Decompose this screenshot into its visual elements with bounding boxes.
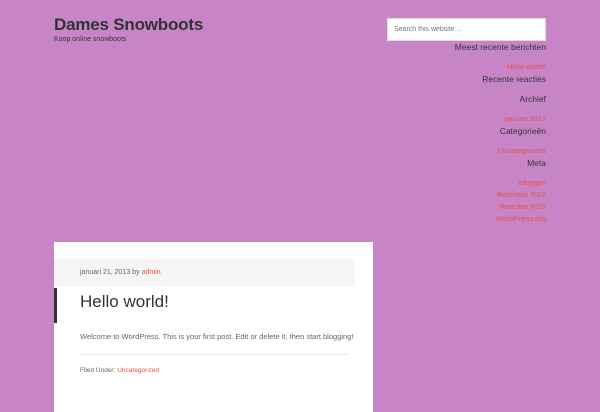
meta-link-comments-rss[interactable]: Reacties RSS xyxy=(346,202,546,212)
widget-title-archive: Archief xyxy=(519,94,546,104)
archive-link[interactable]: januari 2013 xyxy=(346,114,546,124)
post-title[interactable]: Hello world! xyxy=(80,291,169,313)
widget-title-recent-posts: Meest recente berichten xyxy=(454,42,546,52)
recent-post-link[interactable]: Hello world! xyxy=(346,62,546,72)
sidebar: Meest recente berichten Hello world! Rec… xyxy=(346,42,546,224)
site-description: Koop online snowboots xyxy=(54,36,127,43)
category-link[interactable]: Uncategorized xyxy=(346,146,546,156)
site-title[interactable]: Dames Snowboots xyxy=(54,14,203,36)
widget-title-recent-comments: Recente reacties xyxy=(482,74,546,84)
search-input[interactable] xyxy=(387,18,546,41)
widget-title-meta: Meta xyxy=(527,158,546,168)
entry-meta: januari 21, 2013 by admin xyxy=(54,259,355,286)
post-filed-under: Filed Under: Uncategorized xyxy=(80,366,159,375)
post-category-link[interactable]: Uncategorized xyxy=(117,367,159,374)
post-by: by xyxy=(132,269,140,276)
title-accent-bar xyxy=(54,288,57,323)
post-card: januari 21, 2013 by admin Hello world! W… xyxy=(54,242,373,412)
meta-link-wordpress-org[interactable]: WordPress.org xyxy=(346,214,546,224)
post-content: Welcome to WordPress. This is your first… xyxy=(80,332,354,341)
meta-link-login[interactable]: Inloggen xyxy=(346,178,546,188)
filed-under-label: Filed Under: xyxy=(80,367,116,374)
post-author-link[interactable]: admin xyxy=(142,269,161,276)
meta-link-posts-rss[interactable]: Berichten RSS xyxy=(346,190,546,200)
divider xyxy=(80,354,349,355)
widget-title-categories: Categorieën xyxy=(499,126,546,136)
post-date: januari 21, 2013 xyxy=(80,269,131,276)
